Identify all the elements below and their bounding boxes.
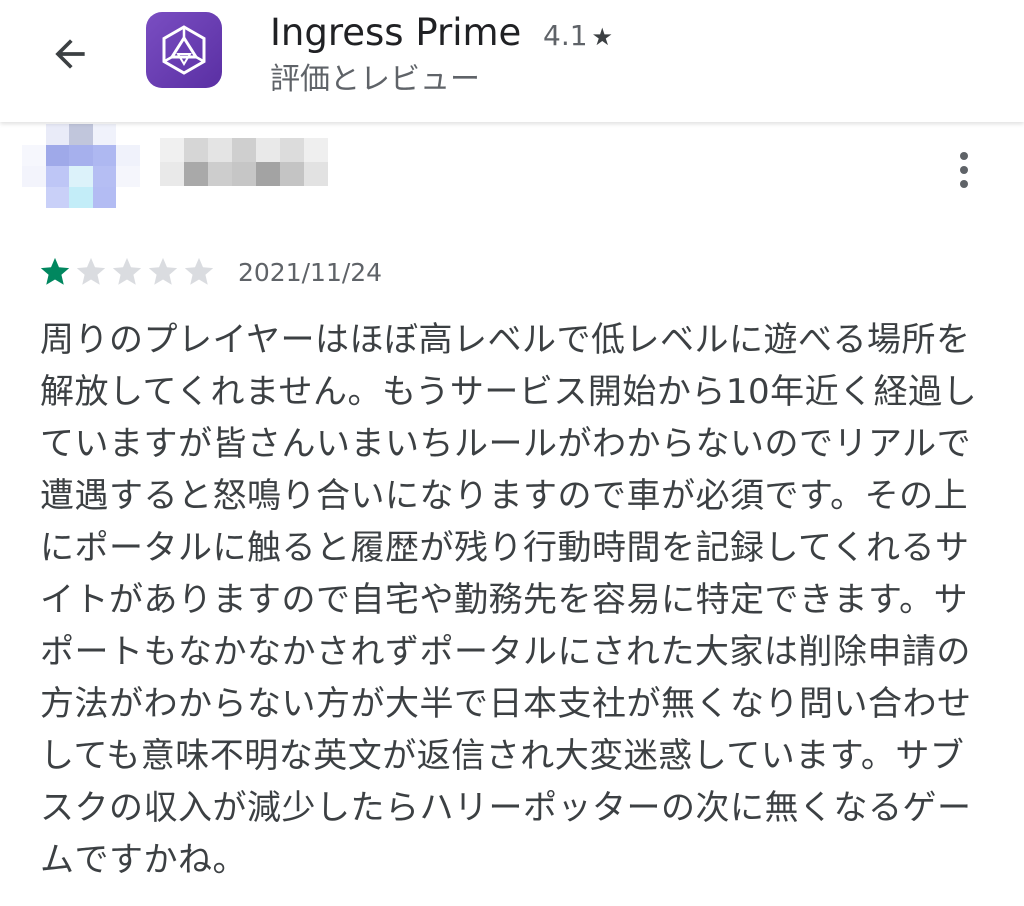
review-text: 周りのプレイヤーはほぼ高レベルで低レベルに遊べる場所を解放してくれません。もうサ… <box>40 320 978 880</box>
star-empty-icon <box>76 257 106 285</box>
reviewer-avatar <box>22 124 140 208</box>
app-header: Ingress Prime 4.1 ★ 評価とレビュー <box>0 0 1024 122</box>
review-date: 2021/11/24 <box>238 257 383 287</box>
star-empty-icon <box>148 257 178 285</box>
arrow-back-icon <box>55 39 85 69</box>
review-star-rating <box>38 255 216 289</box>
more-vert-icon-dot <box>960 180 968 188</box>
app-icon[interactable] <box>146 12 222 88</box>
star-empty-icon <box>112 257 142 285</box>
ingress-logo-icon <box>162 25 206 75</box>
back-button[interactable] <box>40 24 100 84</box>
more-vert-icon <box>960 152 968 160</box>
star-filled-icon <box>40 257 70 285</box>
app-rating-value: 4.1 <box>543 19 588 52</box>
review-rating-row: 2021/11/24 <box>38 254 382 290</box>
app-rating: 4.1 ★ <box>543 18 613 55</box>
more-options-button[interactable] <box>944 144 984 196</box>
app-title: Ingress Prime <box>270 11 522 54</box>
more-vert-icon-dot <box>960 166 968 174</box>
star-empty-icon <box>184 257 214 285</box>
star-icon: ★ <box>591 23 614 51</box>
reviewer-name <box>160 138 328 186</box>
page-subtitle: 評価とレビュー <box>270 62 480 97</box>
